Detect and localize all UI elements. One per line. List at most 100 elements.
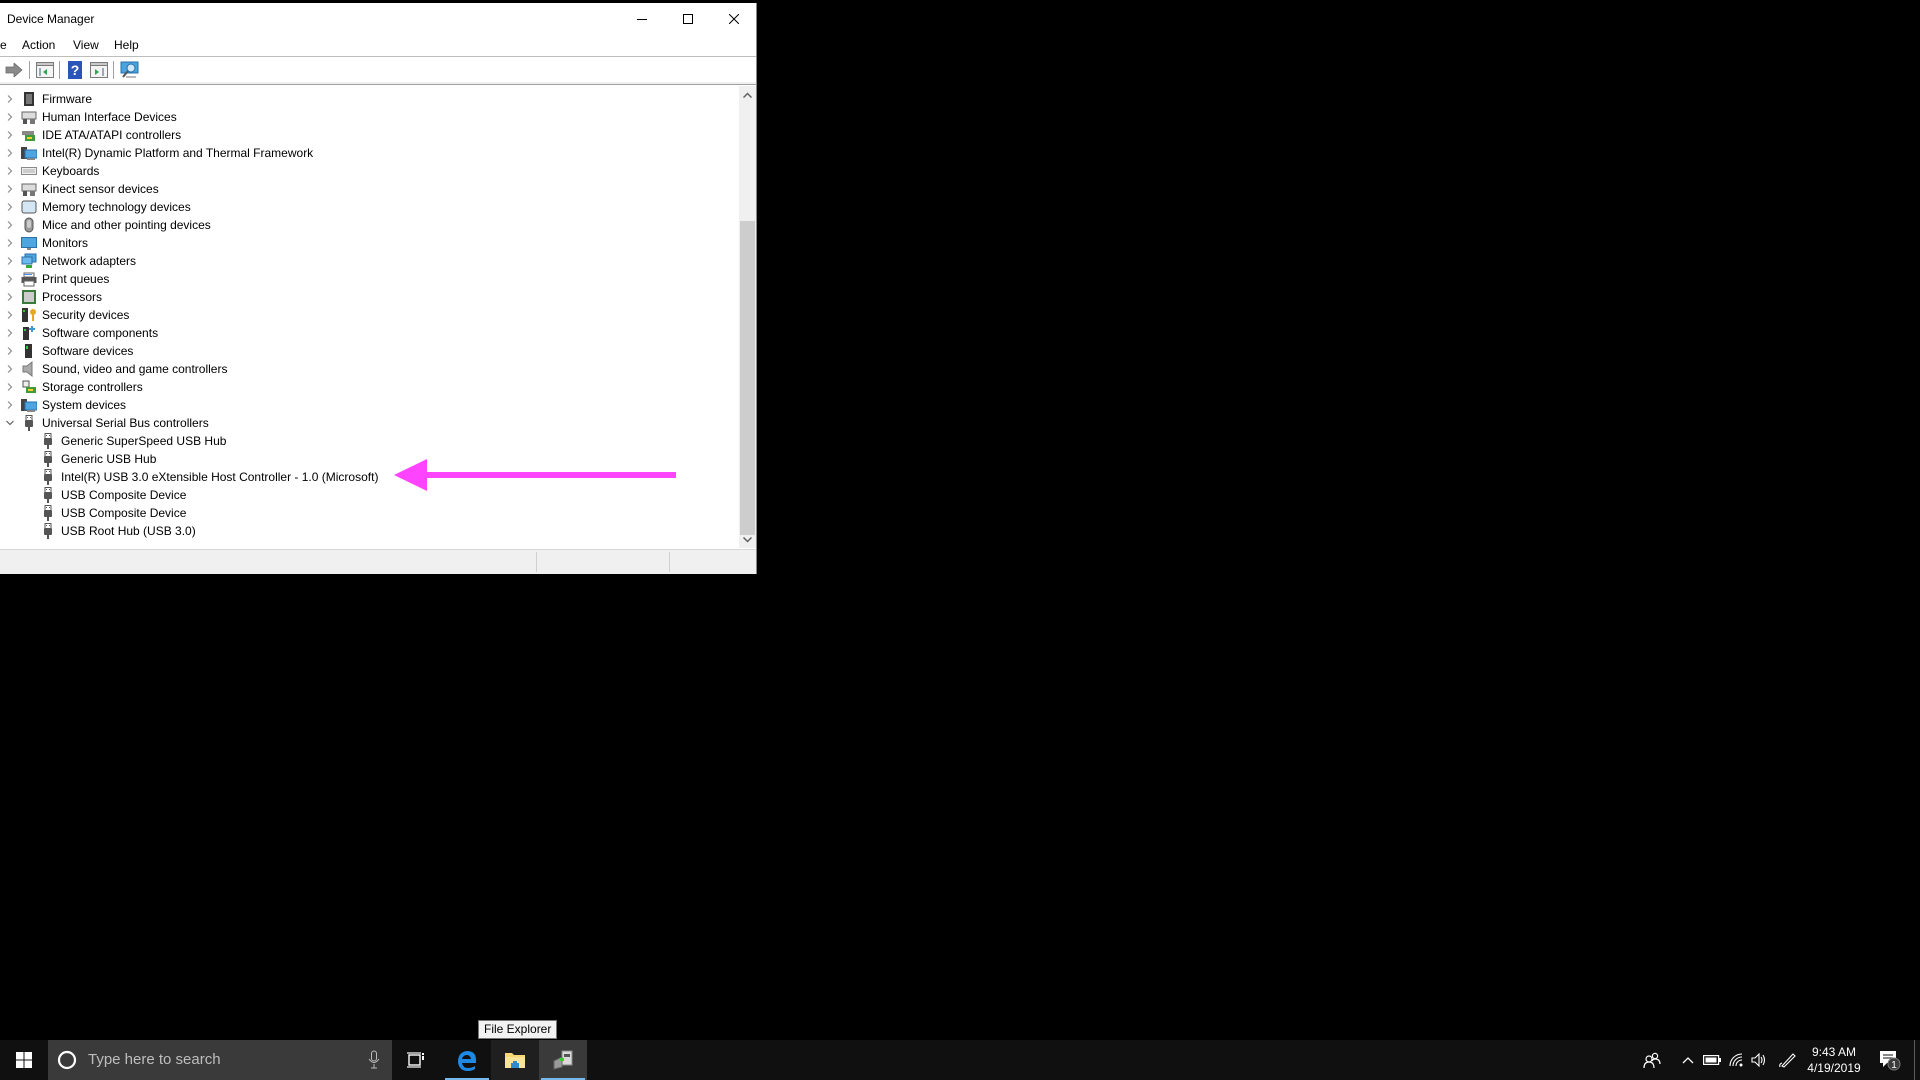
tree-expander[interactable] <box>5 288 15 306</box>
network-button[interactable] <box>1726 1040 1748 1080</box>
system-device-icon <box>21 399 37 412</box>
start-button[interactable] <box>0 1040 48 1080</box>
help-button[interactable]: ? <box>64 60 86 80</box>
tree-expander[interactable] <box>5 414 15 432</box>
tree-expander[interactable] <box>5 324 15 342</box>
chevron-right-icon <box>7 95 13 103</box>
tree-expander[interactable] <box>5 396 15 414</box>
tree-item-label: USB Composite Device <box>61 488 187 502</box>
security-device-icon <box>22 308 36 322</box>
tree-category[interactable]: Mice and other pointing devices <box>0 216 739 234</box>
tree-category[interactable]: Sound, video and game controllers <box>0 360 739 378</box>
menu-view[interactable]: View <box>71 38 101 52</box>
show-desktop-button[interactable] <box>1914 1040 1915 1080</box>
tree-expander[interactable] <box>5 162 15 180</box>
tree-item-label: Storage controllers <box>42 380 143 394</box>
tree-category[interactable]: Memory technology devices <box>0 198 739 216</box>
tree-expander[interactable] <box>5 216 15 234</box>
chevron-up-icon <box>743 91 752 98</box>
menu-bar: e Action View Help <box>0 35 756 56</box>
firmware-chip-icon <box>24 92 34 106</box>
people-button[interactable] <box>1640 1040 1664 1080</box>
close-button[interactable] <box>711 3 757 35</box>
volume-button[interactable] <box>1748 1040 1770 1080</box>
tree-device[interactable]: USB Root Hub (USB 3.0) <box>0 522 739 540</box>
system-clock[interactable]: 9:43 AM 4/19/2019 <box>1802 1044 1866 1076</box>
tree-expander[interactable] <box>5 342 15 360</box>
tree-category[interactable]: System devices <box>0 396 739 414</box>
scroll-down-button[interactable] <box>739 531 756 548</box>
tree-item-label: USB Root Hub (USB 3.0) <box>61 524 196 538</box>
scroll-up-button[interactable] <box>739 86 756 103</box>
tree-expander[interactable] <box>5 360 15 378</box>
tree-category[interactable]: Universal Serial Bus controllers <box>0 414 739 432</box>
properties-button[interactable] <box>34 60 56 80</box>
tree-category[interactable]: Processors <box>0 288 739 306</box>
chevron-right-icon <box>7 221 13 229</box>
tree-category[interactable]: Monitors <box>0 234 739 252</box>
tree-top-border <box>0 82 756 85</box>
tree-category[interactable]: Security devices <box>0 306 739 324</box>
menu-help[interactable]: Help <box>112 38 141 52</box>
tree-expander[interactable] <box>5 198 15 216</box>
tree-category[interactable]: Kinect sensor devices <box>0 180 739 198</box>
tree-expander[interactable] <box>5 180 15 198</box>
vertical-scrollbar[interactable] <box>739 86 756 548</box>
tree-expander[interactable] <box>5 108 15 126</box>
speaker-icon <box>22 361 33 377</box>
chevron-right-icon <box>7 185 13 193</box>
chevron-right-icon <box>7 383 13 391</box>
menu-action[interactable]: Action <box>20 38 57 52</box>
tree-expander[interactable] <box>5 144 15 162</box>
tree-device[interactable]: USB Composite Device <box>0 504 739 522</box>
title-bar[interactable]: Device Manager <box>0 3 756 35</box>
tree-expander[interactable] <box>5 378 15 396</box>
software-device-icon <box>25 344 32 358</box>
battery-button[interactable] <box>1700 1040 1724 1080</box>
chevron-right-icon <box>7 401 13 409</box>
tree-expander[interactable] <box>5 306 15 324</box>
minimize-button[interactable] <box>619 3 665 35</box>
forward-arrow-icon <box>5 63 23 77</box>
taskbar-app-file-explorer[interactable] <box>491 1040 539 1080</box>
action-center-button[interactable]: 1 <box>1872 1040 1908 1080</box>
tree-item-label: Security devices <box>42 308 130 322</box>
tree-category[interactable]: Storage controllers <box>0 378 739 396</box>
tree-expander[interactable] <box>5 270 15 288</box>
tree-category[interactable]: Software components <box>0 324 739 342</box>
tree-expander[interactable] <box>5 252 15 270</box>
tree-category[interactable]: IDE ATA/ATAPI controllers <box>0 126 739 144</box>
windows-ink-button[interactable] <box>1776 1040 1800 1080</box>
scrollbar-thumb[interactable] <box>740 221 755 535</box>
tree-category[interactable]: Software devices <box>0 342 739 360</box>
tree-category[interactable]: Print queues <box>0 270 739 288</box>
toolbar: ? <box>0 58 756 82</box>
maximize-button[interactable] <box>665 3 711 35</box>
tree-expander[interactable] <box>5 234 15 252</box>
tree-item-label: Sound, video and game controllers <box>42 362 228 376</box>
tree-expander[interactable] <box>5 126 15 144</box>
tree-category[interactable]: Keyboards <box>0 162 739 180</box>
forward-button[interactable] <box>3 60 25 80</box>
chevron-right-icon <box>7 203 13 211</box>
network-adapter-icon <box>21 253 37 268</box>
tree-expander[interactable] <box>5 90 15 108</box>
taskbar-app-edge[interactable] <box>443 1040 491 1080</box>
battery-icon <box>1703 1055 1721 1065</box>
tree-category[interactable]: Human Interface Devices <box>0 108 739 126</box>
ide-controller-icon <box>22 131 35 141</box>
usb-icon <box>44 523 52 539</box>
update-driver-button[interactable] <box>88 60 110 80</box>
search-box[interactable]: Type here to search <box>48 1040 392 1080</box>
show-hidden-icons-button[interactable] <box>1678 1040 1698 1080</box>
task-view-button[interactable] <box>396 1040 436 1080</box>
tree-category[interactable]: Intel(R) Dynamic Platform and Thermal Fr… <box>0 144 739 162</box>
taskbar-app-device-manager[interactable] <box>539 1040 587 1080</box>
tree-category[interactable]: Firmware <box>0 90 739 108</box>
scan-hardware-button[interactable] <box>119 60 141 80</box>
taskbar-tooltip: File Explorer <box>478 1020 558 1039</box>
microphone-icon[interactable] <box>368 1050 380 1070</box>
tree-device[interactable]: Generic SuperSpeed USB Hub <box>0 432 739 450</box>
menu-file[interactable]: e <box>0 38 9 52</box>
tree-category[interactable]: Network adapters <box>0 252 739 270</box>
